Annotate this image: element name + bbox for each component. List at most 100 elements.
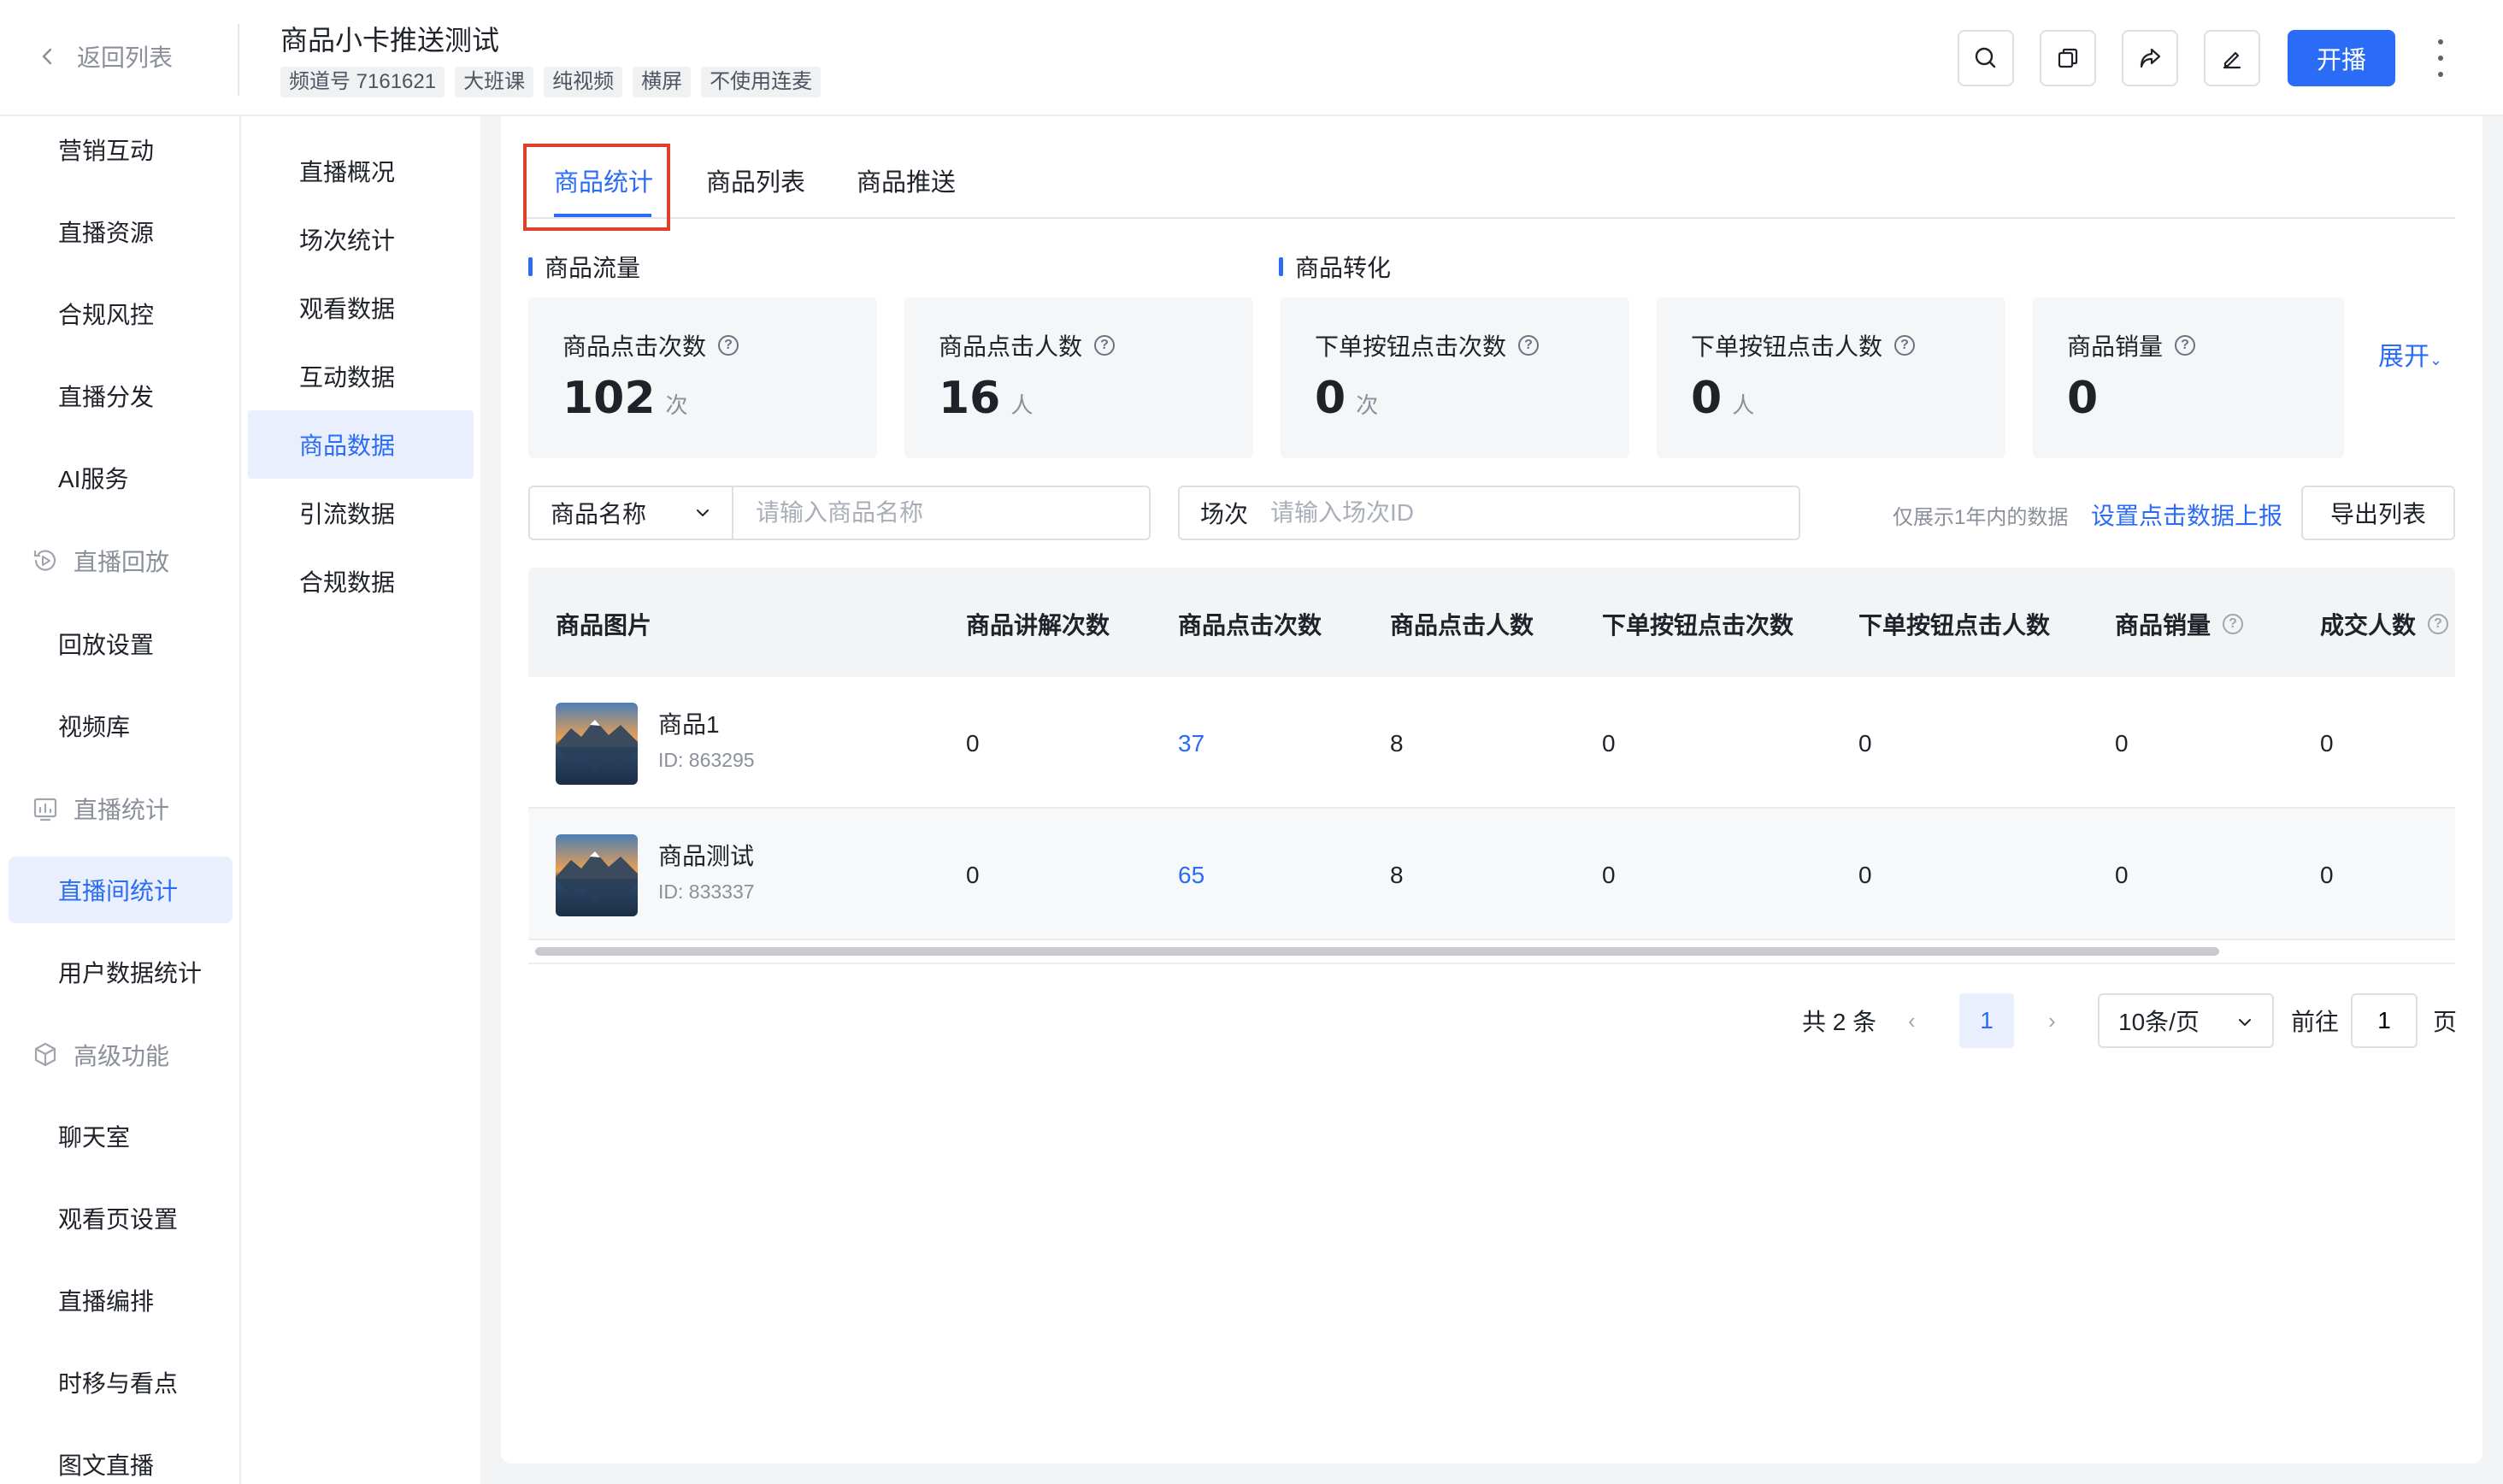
- sidebar-item-ai-service[interactable]: AI服务: [9, 445, 233, 511]
- share-icon: [2140, 48, 2161, 68]
- help-icon[interactable]: ?: [1094, 335, 1116, 356]
- cell-buyers: 0: [2320, 730, 2334, 757]
- pagination-jump-input[interactable]: [2351, 993, 2418, 1048]
- chevron-down-icon: [2239, 1019, 2251, 1026]
- subnav-item-product-data[interactable]: 商品数据: [248, 410, 474, 479]
- copy-icon: [2058, 48, 2078, 68]
- column-header: 商品销量?: [2115, 607, 2244, 641]
- back-to-list-button[interactable]: 返回列表: [38, 39, 173, 74]
- stat-label: 下单按钮点击人数?: [1691, 328, 1916, 362]
- filter-field-select[interactable]: 商品名称: [528, 486, 732, 540]
- sidebar-group-playback[interactable]: 直播回放: [31, 544, 169, 578]
- subnav-item-overview[interactable]: 直播概况: [248, 137, 474, 205]
- column-header: 下单按钮点击次数: [1602, 612, 1794, 639]
- channel-tags: 频道号 7161621 大班课 纯视频 横屏 不使用连麦: [280, 67, 822, 97]
- sidebar-group-label: 高级功能: [74, 1043, 170, 1069]
- click-report-settings-link[interactable]: 设置点击数据上报: [2091, 498, 2282, 532]
- sidebar-item-chatroom[interactable]: 聊天室: [9, 1103, 233, 1169]
- table-bottom-divider: [528, 963, 2455, 964]
- help-icon[interactable]: ?: [2175, 335, 2196, 356]
- table-horizontal-scrollbar[interactable]: [535, 947, 2219, 956]
- stat-label: 商品点击人数?: [939, 328, 1116, 362]
- copy-button[interactable]: [2040, 30, 2096, 86]
- help-icon[interactable]: ?: [1518, 335, 1540, 356]
- page-size-select[interactable]: 10条/页: [2098, 993, 2274, 1048]
- edit-icon: [2223, 51, 2241, 69]
- cell-order-click-count: 0: [1602, 730, 1616, 757]
- sidebar-item-timeshift[interactable]: 时移与看点: [9, 1349, 233, 1416]
- cell-buyers: 0: [2320, 862, 2334, 888]
- start-live-button[interactable]: 开播: [2288, 30, 2395, 86]
- product-name-input[interactable]: [732, 486, 1151, 540]
- tab-bar: 商品统计 商品列表 商品推送: [527, 128, 2455, 219]
- table-row: 商品1 ID: 863295 0 37 8 0 0 0 0: [528, 677, 2455, 809]
- sidebar-item-user-stats[interactable]: 用户数据统计: [9, 939, 233, 1005]
- column-header: 商品点击人数: [1390, 612, 1534, 639]
- pagination-page-1[interactable]: 1: [1959, 993, 2014, 1048]
- chevron-down-icon: [697, 509, 709, 516]
- subnav-item-interaction-data[interactable]: 互动数据: [248, 342, 474, 410]
- stat-value: 0: [2067, 373, 2099, 424]
- product-id: ID: 833337: [658, 880, 755, 903]
- table-row: 商品测试 ID: 833337 0 65 8 0 0 0 0: [528, 809, 2455, 940]
- chevron-down-icon: ⌄: [2429, 351, 2443, 368]
- section-traffic: 商品流量: [528, 250, 640, 284]
- session-filter: 场次: [1178, 486, 1800, 540]
- sidebar-item-playback-settings[interactable]: 回放设置: [9, 610, 233, 677]
- subnav-item-compliance-data[interactable]: 合规数据: [248, 547, 474, 615]
- sidebar-item-graphic-live[interactable]: 图文直播: [9, 1431, 233, 1484]
- pagination-page-word: 页: [2433, 1009, 2458, 1035]
- tag-stream-type: 纯视频: [544, 67, 623, 97]
- help-icon[interactable]: ?: [718, 335, 739, 356]
- subnav-item-traffic-data[interactable]: 引流数据: [248, 479, 474, 547]
- product-name: 商品1: [658, 711, 720, 738]
- product-thumbnail: [556, 834, 638, 916]
- cell-explain-count: 0: [966, 862, 980, 888]
- page-title: 商品小卡推送测试: [280, 25, 500, 56]
- tag-channel-id: 频道号 7161621: [280, 67, 445, 97]
- help-icon[interactable]: ?: [2223, 614, 2244, 634]
- cell-explain-count: 0: [966, 730, 980, 757]
- sidebar-item-watch-page[interactable]: 观看页设置: [9, 1185, 233, 1251]
- share-button[interactable]: [2122, 30, 2178, 86]
- column-header: 商品图片: [556, 612, 652, 639]
- chart-icon: [33, 798, 57, 822]
- chevron-left-icon: [42, 48, 52, 65]
- pagination-prev-button[interactable]: ‹: [1908, 993, 1916, 1048]
- session-id-input[interactable]: [1270, 499, 1750, 527]
- export-list-button[interactable]: 导出列表: [2301, 486, 2455, 540]
- pagination-next-button[interactable]: ›: [2048, 993, 2056, 1048]
- playback-icon: [33, 550, 56, 571]
- stat-card-order-click-users: 下单按钮点击人数? 0人: [1657, 297, 2005, 458]
- cell-click-count-link[interactable]: 65: [1178, 862, 1204, 889]
- sidebar-group-advanced[interactable]: 高级功能: [31, 1038, 169, 1072]
- help-icon[interactable]: ?: [2428, 614, 2449, 634]
- tab-product-list[interactable]: 商品列表: [706, 162, 805, 198]
- sidebar-item-live-schedule[interactable]: 直播编排: [9, 1267, 233, 1334]
- sidebar-group-label: 直播回放: [74, 549, 170, 575]
- search-icon: [1975, 47, 1996, 68]
- sidebar-item-marketing[interactable]: 营销互动: [9, 116, 233, 183]
- sidebar-item-distribution[interactable]: 直播分发: [9, 362, 233, 429]
- search-button[interactable]: [1958, 30, 2014, 86]
- expand-stats-button[interactable]: 展开⌄: [2378, 335, 2442, 373]
- tab-product-push[interactable]: 商品推送: [857, 162, 956, 198]
- column-header: 商品讲解次数: [966, 612, 1110, 639]
- cell-click-count-link[interactable]: 37: [1178, 730, 1204, 757]
- subnav-item-viewing-data[interactable]: 观看数据: [248, 274, 474, 342]
- sidebar-group-stats[interactable]: 直播统计: [31, 792, 169, 826]
- sidebar-item-live-resources[interactable]: 直播资源: [9, 198, 233, 265]
- back-label: 返回列表: [77, 44, 174, 71]
- subnav-item-session-stats[interactable]: 场次统计: [248, 205, 474, 274]
- more-menu-icon[interactable]: [2428, 39, 2453, 77]
- edit-button[interactable]: [2204, 30, 2260, 86]
- tag-orientation: 横屏: [633, 67, 692, 97]
- stats-subnav: 直播概况 场次统计 观看数据 互动数据 商品数据 引流数据 合规数据: [241, 116, 480, 1484]
- cell-order-click-users: 0: [1858, 730, 1872, 757]
- sidebar-item-video-library[interactable]: 视频库: [9, 692, 233, 759]
- sidebar-item-compliance[interactable]: 合规风控: [9, 280, 233, 347]
- help-icon[interactable]: ?: [1894, 335, 1916, 356]
- stat-card-click-count: 商品点击次数? 102 次: [528, 297, 877, 458]
- sidebar-group-label: 直播统计: [74, 797, 170, 823]
- sidebar-item-room-stats[interactable]: 直播间统计: [9, 857, 233, 923]
